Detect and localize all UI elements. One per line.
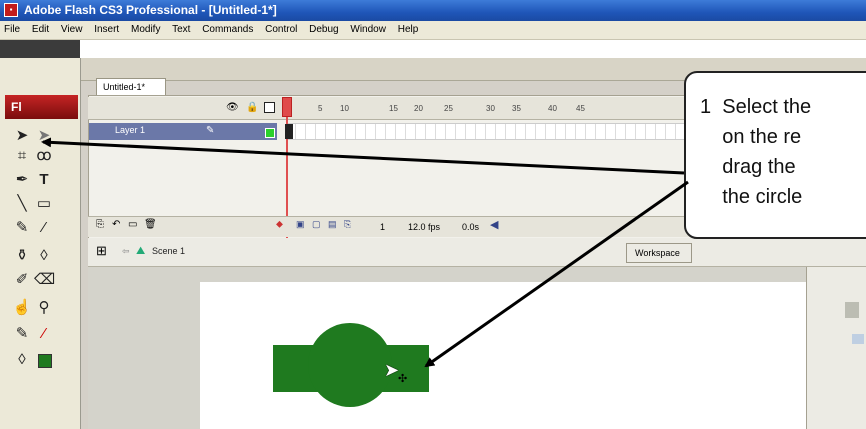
arrow-to-selection-tool <box>41 137 685 175</box>
annotation-arrows <box>41 137 689 368</box>
arrow-to-shape <box>424 180 689 368</box>
